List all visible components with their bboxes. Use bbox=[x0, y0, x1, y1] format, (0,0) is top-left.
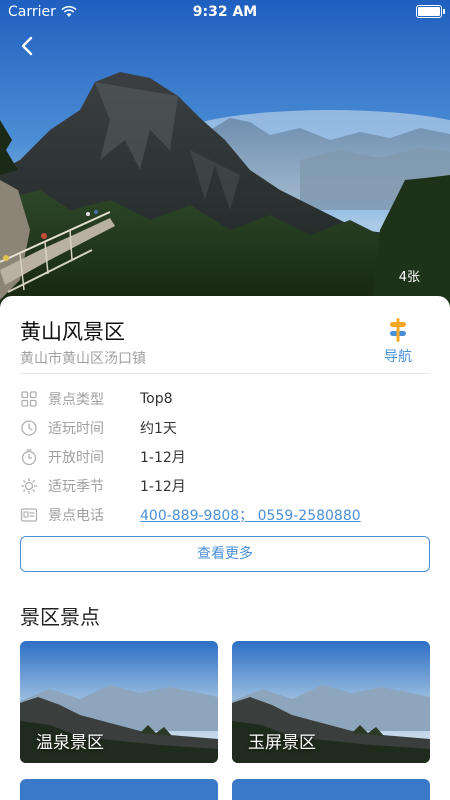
info-row-duration: 适玩时间 约1天 bbox=[20, 417, 440, 439]
clock-icon bbox=[21, 420, 37, 436]
info-value: 1-12月 bbox=[140, 450, 186, 466]
attraction-address: 黄山市黄山区汤口镇 bbox=[20, 351, 146, 367]
info-label: 景点电话 bbox=[48, 508, 104, 524]
hero-photo[interactable] bbox=[0, 0, 450, 320]
spot-card[interactable]: 温泉景区 bbox=[20, 641, 218, 763]
attraction-title: 黄山风景区 bbox=[20, 320, 125, 344]
attraction-info-card: 黄山风景区 黄山市黄山区汤口镇 导航 景点类型 Top8 适玩时间 约1天 开放… bbox=[0, 296, 450, 800]
info-label: 适玩季节 bbox=[48, 479, 104, 495]
phone-link[interactable]: 400-889-9808； 0559-2580880 bbox=[140, 505, 361, 525]
photo-count-badge[interactable]: 4张 bbox=[399, 266, 420, 285]
navigate-button[interactable]: 导航 bbox=[380, 316, 416, 366]
info-label: 适玩时间 bbox=[48, 421, 104, 437]
spot-card[interactable] bbox=[20, 779, 218, 800]
back-button[interactable] bbox=[14, 32, 42, 60]
divider bbox=[20, 373, 430, 374]
spot-thumbnail-image bbox=[232, 779, 430, 800]
status-time: 9:32 AM bbox=[192, 4, 258, 20]
grid-icon bbox=[21, 391, 37, 407]
mountain-landscape-image bbox=[0, 0, 450, 320]
timer-icon bbox=[21, 449, 37, 466]
navigate-label: 导航 bbox=[384, 349, 412, 365]
status-bar: Carrier 9:32 AM bbox=[0, 0, 450, 24]
sun-icon bbox=[20, 477, 38, 495]
section-title-spots: 景区景点 bbox=[20, 605, 100, 629]
chevron-left-icon bbox=[21, 36, 33, 56]
info-value: Top8 bbox=[140, 391, 173, 407]
battery-icon bbox=[416, 5, 445, 18]
id-card-icon bbox=[20, 508, 38, 522]
info-row-opening: 开放时间 1-12月 bbox=[20, 446, 440, 468]
info-label: 开放时间 bbox=[48, 450, 104, 466]
info-row-phone: 景点电话 400-889-9808； 0559-2580880 bbox=[20, 504, 440, 526]
info-row-season: 适玩季节 1-12月 bbox=[20, 475, 440, 497]
info-row-type: 景点类型 Top8 bbox=[20, 388, 440, 410]
signpost-icon bbox=[390, 318, 406, 342]
info-value: 约1天 bbox=[140, 421, 177, 437]
spot-card[interactable] bbox=[232, 779, 430, 800]
view-more-button[interactable]: 查看更多 bbox=[20, 536, 430, 572]
spot-name: 玉屏景区 bbox=[248, 733, 316, 753]
info-value: 1-12月 bbox=[140, 479, 186, 495]
spot-thumbnail-image bbox=[20, 779, 218, 800]
info-label: 景点类型 bbox=[48, 392, 104, 408]
spot-card[interactable]: 玉屏景区 bbox=[232, 641, 430, 763]
spot-name: 温泉景区 bbox=[36, 733, 104, 753]
